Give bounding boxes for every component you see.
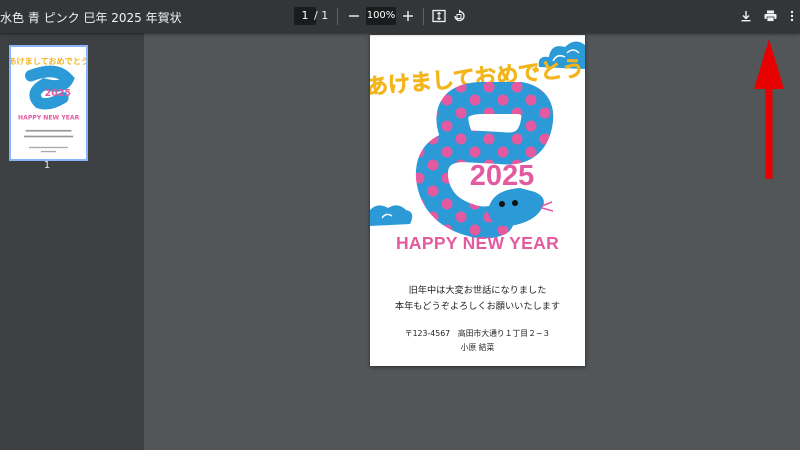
zoom-out-button[interactable] xyxy=(343,6,365,26)
pdf-toolbar: 水色 青 ピンク 巳年 2025 年賀状 1 / 1 100% xyxy=(0,0,800,33)
cloud-decoration-left xyxy=(370,205,413,226)
zoom-in-button[interactable] xyxy=(397,6,419,26)
pdf-page: あけましておめでとう 2025 HAPPY NEW YEAR 旧年中は大変お世話… xyxy=(370,35,585,366)
document-title: 水色 青 ピンク 巳年 2025 年賀状 xyxy=(0,11,182,25)
download-button[interactable] xyxy=(735,6,757,26)
svg-text:2025: 2025 xyxy=(45,88,71,99)
rotate-button[interactable] xyxy=(448,6,470,26)
print-icon xyxy=(764,10,776,22)
sender-address: 〒123-4567 高田市大通り１丁目２−３ xyxy=(404,329,551,338)
sender-name: 小原 結菜 xyxy=(460,343,495,352)
download-icon xyxy=(741,11,751,22)
annotation-arrow xyxy=(754,39,784,179)
thumbnail-page-number: 1 xyxy=(43,160,51,171)
page-number-input[interactable]: 1 xyxy=(294,7,316,25)
message-line-1: 旧年中は大変お世話になりました xyxy=(408,285,547,296)
year-2025: 2025 xyxy=(470,160,535,192)
minus-icon xyxy=(349,15,359,17)
page-count: / 1 xyxy=(314,9,329,22)
plus-icon xyxy=(403,11,413,21)
toolbar-divider xyxy=(337,8,338,25)
fit-page-button[interactable] xyxy=(428,6,450,26)
more-actions-button[interactable] xyxy=(781,6,800,26)
fit-page-icon xyxy=(432,9,446,23)
print-button[interactable] xyxy=(759,6,781,26)
more-icon xyxy=(790,10,794,22)
page-thumbnail[interactable]: あけましておめでとう 2025 HAPPY NEW YEAR xyxy=(8,45,89,161)
message-line-2: 本年もどうぞよろしくお願いいたします xyxy=(394,301,561,312)
happy-new-year-text: HAPPY NEW YEAR xyxy=(395,233,560,253)
toolbar-divider xyxy=(423,8,424,25)
thumbnail-preview-image: あけましておめでとう 2025 HAPPY NEW YEAR xyxy=(8,56,89,153)
zoom-level-input[interactable]: 100% xyxy=(366,7,396,25)
svg-text:あけましておめでとう: あけましておめでとう xyxy=(11,56,86,66)
rotate-icon xyxy=(454,9,465,22)
svg-text:HAPPY NEW YEAR: HAPPY NEW YEAR xyxy=(18,115,80,122)
